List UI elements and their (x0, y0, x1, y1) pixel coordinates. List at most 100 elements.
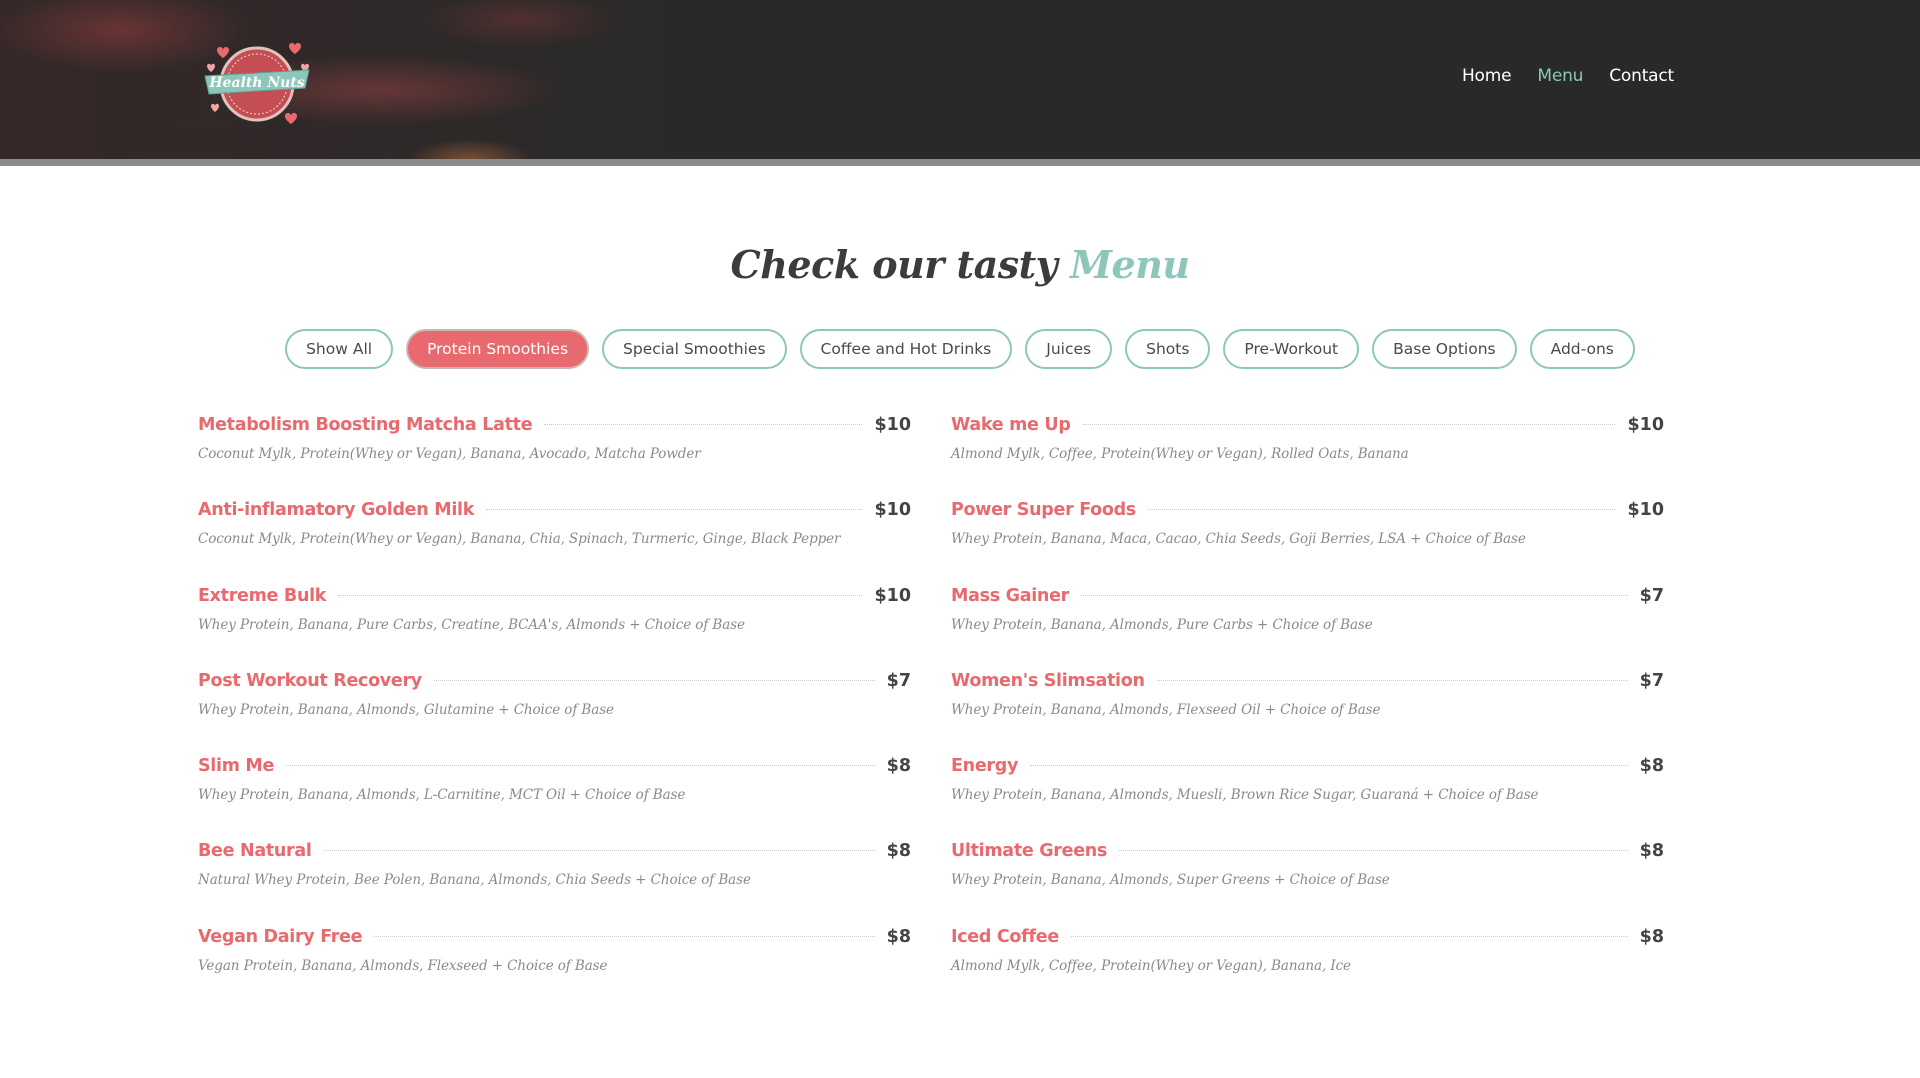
menu-item-name[interactable]: Metabolism Boosting Matcha Latte (198, 415, 533, 435)
menu-item: Bee Natural $8 Natural Whey Protein, Bee… (198, 841, 911, 926)
menu-item-price: $8 (1639, 926, 1664, 947)
menu-item-price: $10 (874, 415, 911, 435)
menu-item-name[interactable]: Extreme Bulk (198, 586, 326, 606)
menu-item-price: $7 (886, 670, 911, 691)
menu-item: Post Workout Recovery $7 Whey Protein, B… (198, 671, 911, 756)
menu-item-description: Whey Protein, Banana, Pure Carbs, Creati… (198, 616, 745, 633)
menu-item-name[interactable]: Mass Gainer (951, 586, 1069, 606)
dotted-leader (323, 850, 875, 852)
menu-item-name[interactable]: Anti-inflamatory Golden Milk (198, 500, 474, 520)
menu-item-description: Whey Protein, Banana, Almonds, Flexseed … (951, 701, 1381, 718)
dotted-leader (1080, 594, 1628, 596)
menu-item-price: $8 (886, 926, 911, 947)
menu-item-header: Post Workout Recovery $7 (198, 671, 911, 697)
svg-text:Health Nuts: Health Nuts (208, 75, 304, 91)
menu-item-header: Power Super Foods $10 (951, 500, 1664, 526)
dotted-leader (433, 679, 875, 681)
menu-item-name[interactable]: Wake me Up (951, 415, 1071, 435)
filter-pre-workout[interactable]: Pre-Workout (1223, 329, 1360, 369)
menu-item-description: Coconut Mylk, Protein(Whey or Vegan), Ba… (198, 446, 701, 462)
menu-item-price: $8 (886, 841, 911, 862)
menu-item: Ultimate Greens $8 Whey Protein, Banana,… (951, 841, 1664, 926)
dotted-leader (1156, 679, 1628, 681)
dotted-leader (544, 424, 863, 425)
menu-item-header: Anti-inflamatory Golden Milk $10 (198, 500, 911, 526)
header-bottom-strip (0, 159, 1920, 166)
menu-section-title: Check our tasty Menu (0, 242, 1920, 287)
menu-item: Mass Gainer $7 Whey Protein, Banana, Alm… (951, 586, 1664, 671)
filter-protein-smoothies[interactable]: Protein Smoothies (406, 329, 590, 369)
menu-item-description: Whey Protein, Banana, Almonds, Pure Carb… (951, 616, 1373, 633)
dotted-leader (1147, 509, 1616, 511)
dotted-leader (1119, 850, 1628, 852)
menu-item-name[interactable]: Energy (951, 756, 1018, 776)
menu-item: Extreme Bulk $10 Whey Protein, Banana, P… (198, 586, 911, 671)
menu-item-name[interactable]: Bee Natural (198, 841, 312, 861)
nav-home-link[interactable]: Home (1462, 66, 1512, 86)
menu-item-description: Whey Protein, Banana, Almonds, L-Carniti… (198, 787, 686, 804)
menu-filter-bar: Show All Protein Smoothies Special Smoot… (0, 329, 1920, 369)
dotted-leader (1030, 765, 1628, 767)
menu-item-header: Iced Coffee $8 (951, 927, 1664, 953)
header-background-photo (0, 0, 700, 166)
menu-item-price: $10 (1627, 500, 1664, 521)
menu-item-price: $10 (874, 585, 911, 606)
filter-coffee-hot-drinks[interactable]: Coffee and Hot Drinks (799, 329, 1013, 369)
menu-item-price: $8 (886, 756, 911, 777)
menu-item-header: Metabolism Boosting Matcha Latte $10 (198, 415, 911, 441)
dotted-leader (486, 509, 863, 511)
menu-item-description: Almond Mylk, Coffee, Protein(Whey or Veg… (951, 957, 1351, 974)
menu-item: Power Super Foods $10 Whey Protein, Bana… (951, 500, 1664, 585)
menu-item-price: $8 (1639, 841, 1664, 862)
dotted-leader (286, 765, 875, 767)
nav-menu-link[interactable]: Menu (1537, 66, 1583, 86)
menu-item-header: Wake me Up $10 (951, 415, 1664, 441)
logo-badge-icon: Health Nuts (204, 43, 310, 124)
menu-item: Iced Coffee $8 Almond Mylk, Coffee, Prot… (951, 927, 1664, 1012)
menu-item-description: Coconut Mylk, Protein(Whey or Vegan), Ba… (198, 531, 841, 548)
menu-item: Energy $8 Whey Protein, Banana, Almonds,… (951, 756, 1664, 841)
site-header: Health Nuts Home Menu Contact (0, 0, 1920, 166)
dotted-leader (374, 935, 875, 937)
nav-contact-link[interactable]: Contact (1609, 66, 1674, 86)
menu-item-name[interactable]: Ultimate Greens (951, 841, 1107, 861)
filter-show-all[interactable]: Show All (285, 329, 394, 369)
menu-item-description: Whey Protein, Banana, Almonds, Super Gre… (951, 872, 1390, 889)
menu-item-header: Slim Me $8 (198, 756, 911, 782)
menu-item-name[interactable]: Power Super Foods (951, 500, 1136, 520)
menu-item: Anti-inflamatory Golden Milk $10 Coconut… (198, 500, 911, 585)
menu-items-grid: Metabolism Boosting Matcha Latte $10 Coc… (198, 415, 1664, 1012)
menu-item-header: Women's Slimsation $7 (951, 671, 1664, 697)
menu-item-description: Whey Protein, Banana, Almonds, Muesli, B… (951, 787, 1539, 804)
menu-item: Wake me Up $10 Almond Mylk, Coffee, Prot… (951, 415, 1664, 500)
filter-special-smoothies[interactable]: Special Smoothies (602, 329, 787, 369)
menu-item-name[interactable]: Women's Slimsation (951, 671, 1145, 691)
dotted-leader (1070, 935, 1628, 937)
menu-item-description: Vegan Protein, Banana, Almonds, Flexseed… (198, 957, 608, 974)
menu-item: Women's Slimsation $7 Whey Protein, Bana… (951, 671, 1664, 756)
filter-shots[interactable]: Shots (1125, 329, 1211, 369)
menu-item-header: Extreme Bulk $10 (198, 586, 911, 612)
health-nuts-logo[interactable]: Health Nuts (197, 36, 317, 130)
title-main-text: Check our tasty (730, 242, 1058, 287)
filter-base-options[interactable]: Base Options (1372, 329, 1517, 369)
menu-item-description: Natural Whey Protein, Bee Polen, Banana,… (198, 872, 751, 889)
menu-item: Metabolism Boosting Matcha Latte $10 Coc… (198, 415, 911, 500)
title-accent-text: Menu (1069, 242, 1190, 287)
menu-item: Slim Me $8 Whey Protein, Banana, Almonds… (198, 756, 911, 841)
menu-item-price: $8 (1639, 756, 1664, 777)
filter-juices[interactable]: Juices (1025, 329, 1113, 369)
menu-item-name[interactable]: Iced Coffee (951, 927, 1059, 947)
dotted-leader (1082, 424, 1616, 425)
menu-item-header: Bee Natural $8 (198, 841, 911, 867)
menu-item-name[interactable]: Vegan Dairy Free (198, 927, 363, 947)
menu-item-name[interactable]: Slim Me (198, 756, 274, 776)
menu-item-description: Whey Protein, Banana, Maca, Cacao, Chia … (951, 531, 1526, 548)
menu-item: Vegan Dairy Free $8 Vegan Protein, Banan… (198, 927, 911, 1012)
menu-item-header: Vegan Dairy Free $8 (198, 927, 911, 953)
menu-item-header: Mass Gainer $7 (951, 586, 1664, 612)
main-nav: Home Menu Contact (1462, 66, 1674, 86)
menu-item-description: Whey Protein, Banana, Almonds, Glutamine… (198, 701, 614, 718)
filter-add-ons[interactable]: Add-ons (1529, 329, 1635, 369)
menu-item-name[interactable]: Post Workout Recovery (198, 671, 422, 691)
